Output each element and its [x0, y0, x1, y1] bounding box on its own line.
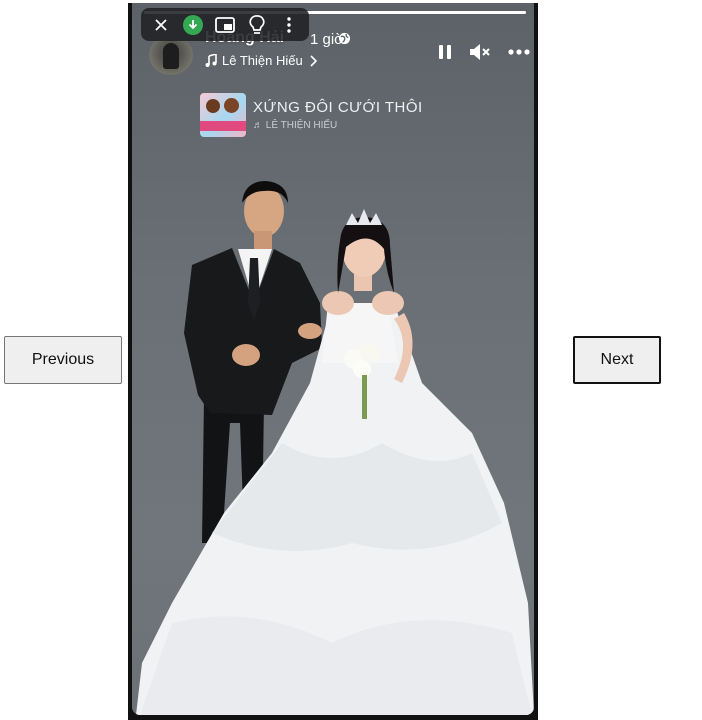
pause-icon[interactable] [438, 44, 452, 60]
volume-mute-icon[interactable] [468, 42, 492, 62]
story-viewer: Hoàng Hải 1 giờ Lê Thiện Hiếu [128, 3, 538, 720]
overlay-toolbar [141, 8, 309, 41]
next-button[interactable]: Next [573, 336, 661, 384]
avatar[interactable] [149, 35, 193, 75]
close-icon[interactable] [148, 12, 174, 38]
download-icon[interactable] [180, 12, 206, 38]
sticker-song-title: XỨNG ĐÔI CƯỚI THÔI [253, 99, 423, 116]
story-photo: Hoàng Hải 1 giờ Lê Thiện Hiếu [132, 3, 534, 715]
more-horizontal-icon[interactable] [508, 49, 530, 55]
picture-in-picture-icon[interactable] [212, 12, 238, 38]
previous-button[interactable]: Previous [4, 336, 122, 384]
chevron-right-icon [310, 54, 317, 67]
globe-icon [338, 32, 351, 45]
sticker-artist: ♬ LÊ THIỆN HIẾU [253, 120, 338, 131]
lightbulb-icon[interactable] [244, 12, 270, 38]
music-artist-label: Lê Thiện Hiếu [222, 53, 303, 68]
story-controls [438, 41, 530, 63]
music-sticker-art[interactable] [200, 93, 246, 137]
more-vertical-icon[interactable] [276, 12, 302, 38]
music-note-icon [205, 54, 217, 67]
music-info[interactable]: Lê Thiện Hiếu [205, 53, 318, 68]
